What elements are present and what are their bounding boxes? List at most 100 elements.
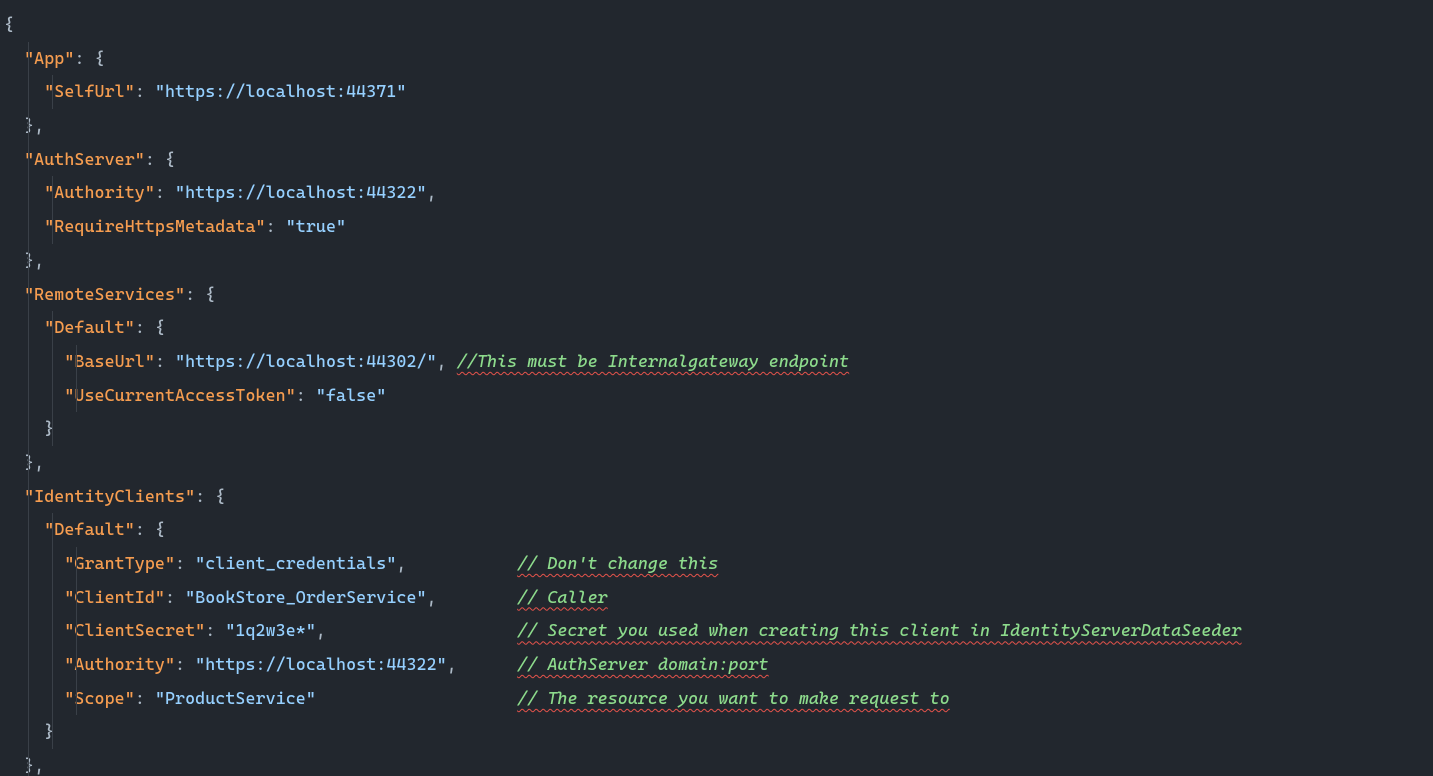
line-content: "SelfUrl": "https://localhost:44371" (4, 81, 406, 101)
code-token: "https://localhost:44322" (195, 654, 447, 674)
indent-guide (52, 547, 53, 581)
code-token: : (165, 587, 185, 607)
code-token: : (266, 216, 286, 236)
code-token: , (34, 250, 44, 270)
indent-guide (52, 682, 53, 716)
code-token: "IdentityClients" (24, 486, 195, 506)
code-token: { (205, 284, 215, 304)
code-comment: // The resource you want to make request… (517, 688, 950, 708)
code-token: "AuthServer" (24, 149, 145, 169)
line-content: }, (4, 452, 44, 472)
code-line[interactable]: }, (4, 749, 1429, 776)
code-line[interactable]: "AuthServer": { (4, 143, 1429, 177)
code-line[interactable]: "RemoteServices": { (4, 278, 1429, 312)
code-token: "Authority" (64, 654, 175, 674)
code-line[interactable]: "ClientSecret": "1q2w3e*", // Secret you… (4, 614, 1429, 648)
code-line[interactable]: }, (4, 446, 1429, 480)
line-content: { (4, 14, 14, 34)
code-token: "client_credentials" (195, 553, 396, 573)
code-token: "RemoteServices" (24, 284, 185, 304)
code-token: , (34, 755, 44, 775)
indent-guide (28, 547, 29, 581)
line-content: "RequireHttpsMetadata": "true" (4, 216, 346, 236)
indent-guide (28, 278, 29, 312)
code-line[interactable]: }, (4, 109, 1429, 143)
code-line[interactable]: "Default": { (4, 311, 1429, 345)
code-token: : (195, 486, 215, 506)
indent-guide (28, 379, 29, 413)
code-token: "false" (316, 385, 386, 405)
indent-guide (28, 614, 29, 648)
indent-guide (76, 547, 77, 581)
indent-guide (52, 412, 53, 446)
code-line[interactable]: }, (4, 244, 1429, 278)
indent-guide (28, 749, 29, 776)
indent-guide (76, 614, 77, 648)
code-editor[interactable]: { "App": { "SelfUrl": "https://localhost… (0, 0, 1433, 776)
indent-guide (52, 345, 53, 379)
code-token: "Default" (44, 519, 135, 539)
code-token: : (135, 317, 155, 337)
code-token: } (24, 250, 34, 270)
line-content: } (4, 721, 54, 741)
code-line[interactable]: } (4, 715, 1429, 749)
code-line[interactable]: "Scope": "ProductService" // The resourc… (4, 682, 1429, 716)
indent-guide (76, 379, 77, 413)
line-content: "UseCurrentAccessToken": "false" (4, 385, 386, 405)
code-comment: // Don't change this (517, 553, 718, 573)
indent-guide (28, 581, 29, 615)
code-token: "1q2w3e*" (225, 620, 316, 640)
line-content: }, (4, 755, 44, 775)
indent-guide (28, 143, 29, 177)
indent-guide (52, 210, 53, 244)
code-token: : (145, 149, 165, 169)
code-line[interactable]: "Authority": "https://localhost:44322", (4, 176, 1429, 210)
indent-guide (28, 682, 29, 716)
code-line[interactable]: "SelfUrl": "https://localhost:44371" (4, 75, 1429, 109)
indent-guide (28, 412, 29, 446)
code-line[interactable]: "GrantType": "client_credentials", // Do… (4, 547, 1429, 581)
indent-guide (52, 648, 53, 682)
code-token: , (34, 115, 44, 135)
code-token: : (175, 654, 195, 674)
line-content: "GrantType": "client_credentials", // Do… (4, 553, 718, 573)
code-token: "ProductService" (155, 688, 316, 708)
code-token: { (95, 48, 105, 68)
code-line[interactable]: "ClientId": "BookStore_OrderService", //… (4, 581, 1429, 615)
code-line[interactable]: "App": { (4, 42, 1429, 76)
code-token: : (74, 48, 94, 68)
indent-guide (52, 311, 53, 345)
code-token: : (175, 553, 195, 573)
code-token: "SelfUrl" (44, 81, 135, 101)
code-token: : (155, 182, 175, 202)
code-line[interactable]: "BaseUrl": "https://localhost:44302/", /… (4, 345, 1429, 379)
code-token: "ClientSecret" (64, 620, 205, 640)
code-token: "Authority" (44, 182, 155, 202)
line-content: "App": { (4, 48, 105, 68)
code-token: "ClientId" (64, 587, 165, 607)
indent-guide (28, 480, 29, 514)
code-token: : (135, 519, 155, 539)
indent-guide (76, 345, 77, 379)
code-line[interactable]: { (4, 8, 1429, 42)
indent-guide (28, 109, 29, 143)
code-token: { (155, 317, 165, 337)
code-line[interactable]: "Default": { (4, 513, 1429, 547)
code-comment: // AuthServer domain:port (517, 654, 769, 674)
code-line[interactable]: "IdentityClients": { (4, 480, 1429, 514)
indent-guide (28, 446, 29, 480)
code-comment: // Secret you used when creating this cl… (517, 620, 1241, 640)
code-line[interactable]: "Authority": "https://localhost:44322", … (4, 648, 1429, 682)
code-token: , (316, 620, 326, 640)
indent-guide (52, 75, 53, 109)
code-token: : (185, 284, 205, 304)
line-content: "ClientSecret": "1q2w3e*", // Secret you… (4, 620, 1242, 640)
code-token: "RequireHttpsMetadata" (44, 216, 265, 236)
line-content: "Scope": "ProductService" // The resourc… (4, 688, 950, 708)
code-line[interactable]: } (4, 412, 1429, 446)
code-line[interactable]: "RequireHttpsMetadata": "true" (4, 210, 1429, 244)
line-content: "Authority": "https://localhost:44322", (4, 182, 437, 202)
line-content: }, (4, 250, 44, 270)
code-line[interactable]: "UseCurrentAccessToken": "false" (4, 379, 1429, 413)
code-token: , (34, 452, 44, 472)
